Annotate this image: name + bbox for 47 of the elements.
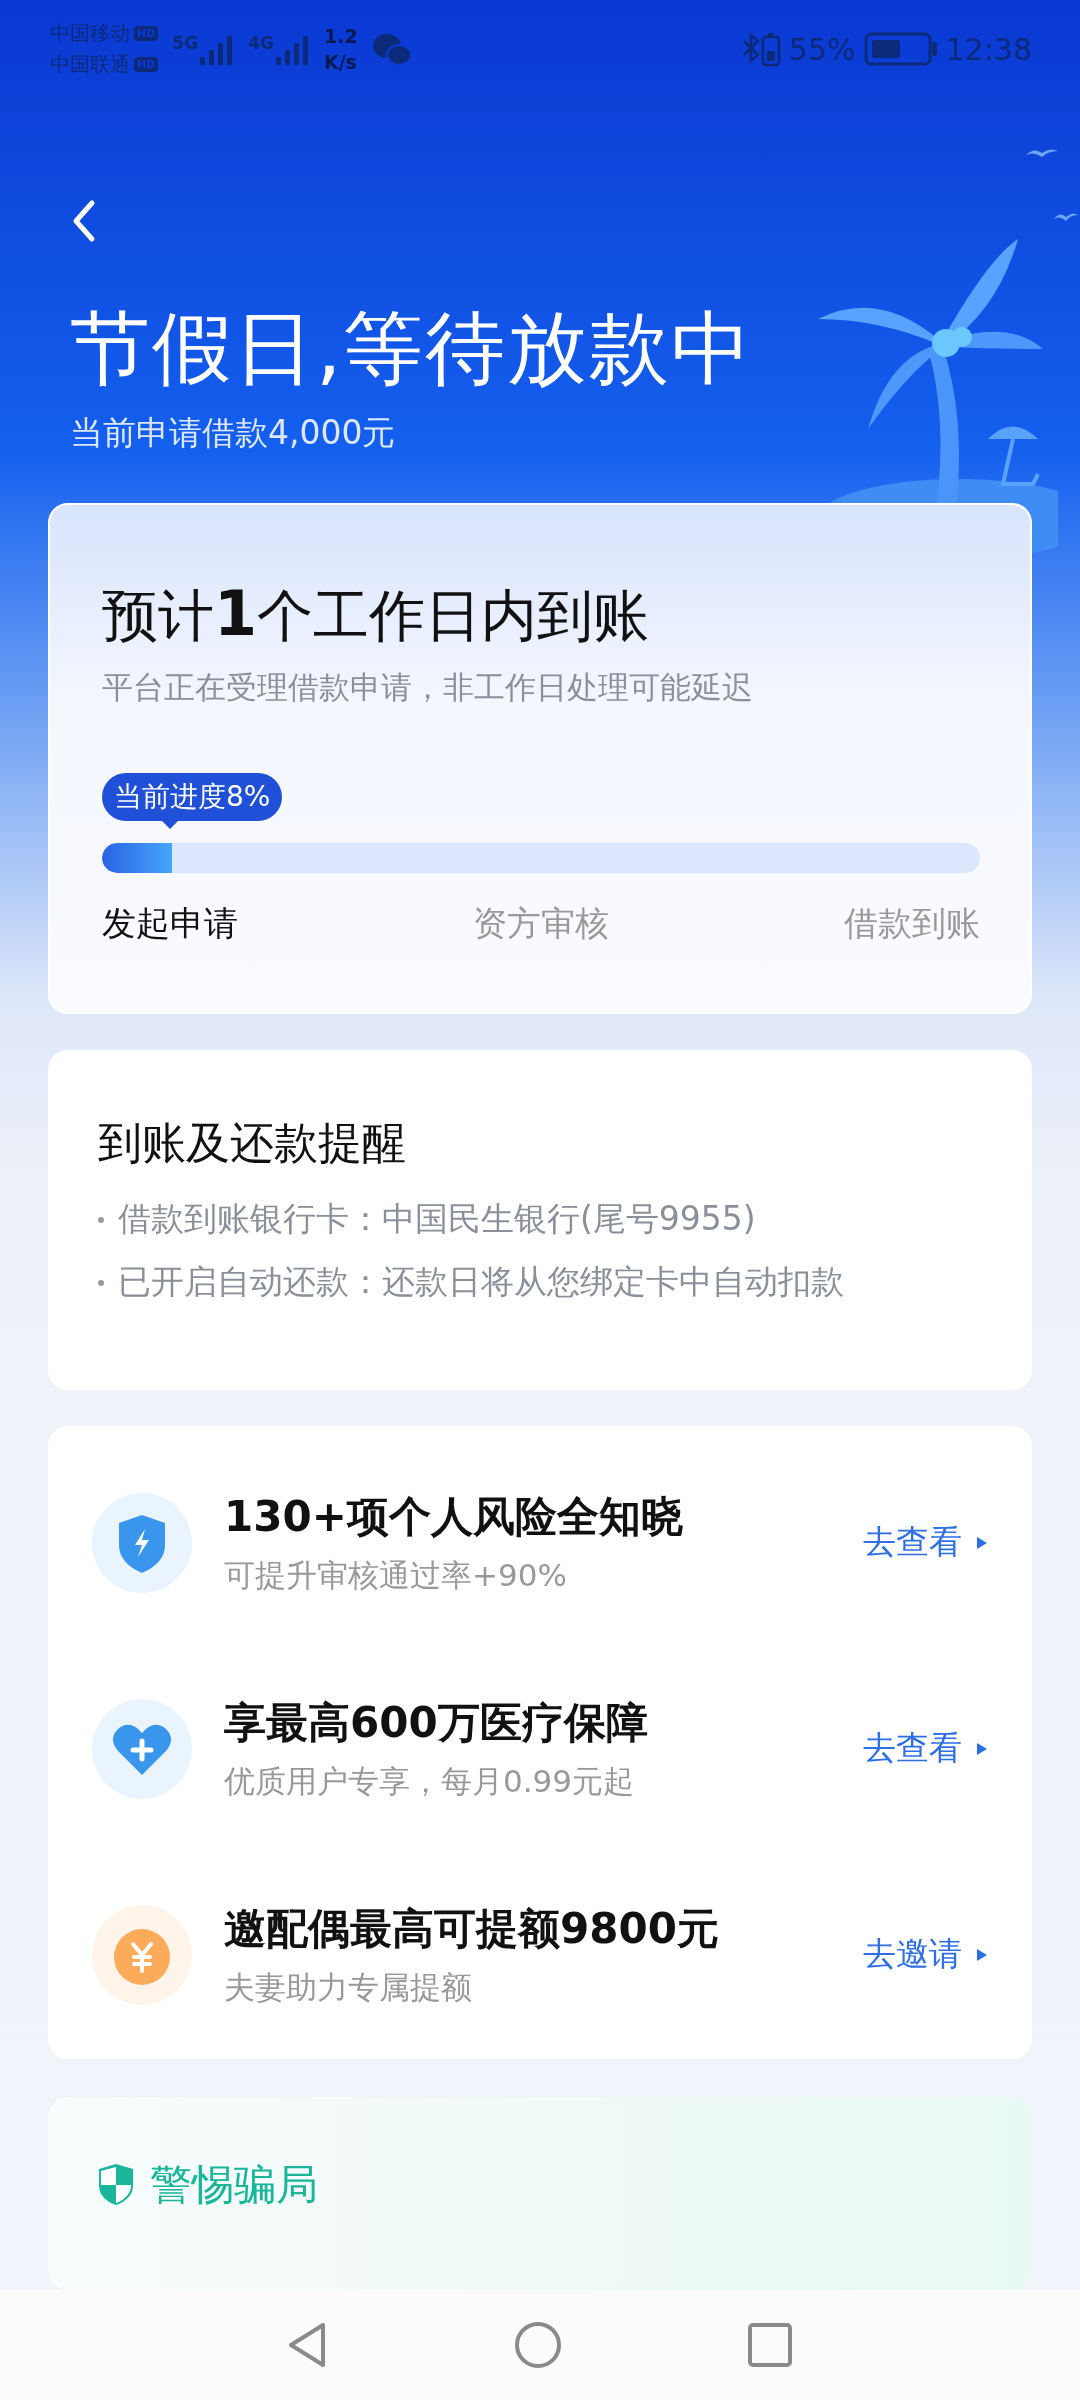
signal-icon [275,33,310,66]
arrival-estimate: 预计1个工作日内到账 [102,581,651,650]
hd-badge: HD [134,57,159,73]
offer-subtitle: 夫妻助力专属提额 [224,1967,473,2007]
offer-title: 享最高600万医疗保障 [224,1696,649,1749]
progress-badge: 当前进度8% [102,773,283,822]
play-arrow-icon [976,1947,988,1962]
heart-plus-icon [92,1698,192,1799]
bullet-dot [98,1279,104,1286]
processing-note: 平台正在受理借款申请，非工作日处理可能延迟 [102,668,754,708]
progress-step: 发起申请 [102,901,238,948]
offer-link[interactable]: 去查看 [863,1520,962,1566]
bluetooth-battery-icon [740,31,781,68]
badge-pointer [160,819,181,830]
bullet-dot [98,1216,104,1223]
battery-icon [863,32,938,67]
offer-subtitle: 可提升审核通过率+90% [224,1555,568,1595]
progress-step: 资方审核 [473,901,609,948]
home-icon[interactable] [514,2321,562,2369]
battery-percent: 55% [788,31,856,67]
progress-step: 借款到账 [844,901,980,948]
carrier-name: 中国联通 [50,51,130,79]
warning-title: 警惕骗局 [150,2158,318,2211]
coin-icon [92,1904,192,2005]
carrier-name: 中国移动 [50,20,130,48]
offer-subtitle: 优质用户专享，每月0.99元起 [224,1761,636,1801]
loan-amount: 当前申请借款4,000元 [70,411,397,454]
speed-value: 1.2 [323,24,358,50]
page-title: 节假日,等待放款中 [70,300,755,397]
offer-link[interactable]: 去邀请 [863,1932,962,1978]
clock: 12:38 [945,31,1032,67]
reminder-text: 借款到账银行卡：中国民生银行(尾号9955) [118,1198,756,1241]
reminder-text: 已开启自动还款：还款日将从您绑定卡中自动扣款 [118,1261,844,1304]
card-title: 到账及还款提醒 [98,1116,407,1171]
shield-icon [96,2162,136,2207]
network-label: 4G [248,33,274,54]
play-arrow-icon [976,1535,988,1550]
network-label: 5G [172,33,199,54]
recent-apps-icon[interactable] [747,2322,793,2368]
play-arrow-icon [976,1741,988,1756]
offer-title: 邀配偶最高可提额9800元 [224,1902,720,1955]
signal-icon [200,33,235,66]
hd-badge: HD [134,26,159,42]
offer-link[interactable]: 去查看 [863,1726,962,1772]
speed-unit: K/s [323,50,358,76]
offer-title: 130+项个人风险全知晓 [224,1490,684,1543]
shield-icon [92,1492,192,1593]
